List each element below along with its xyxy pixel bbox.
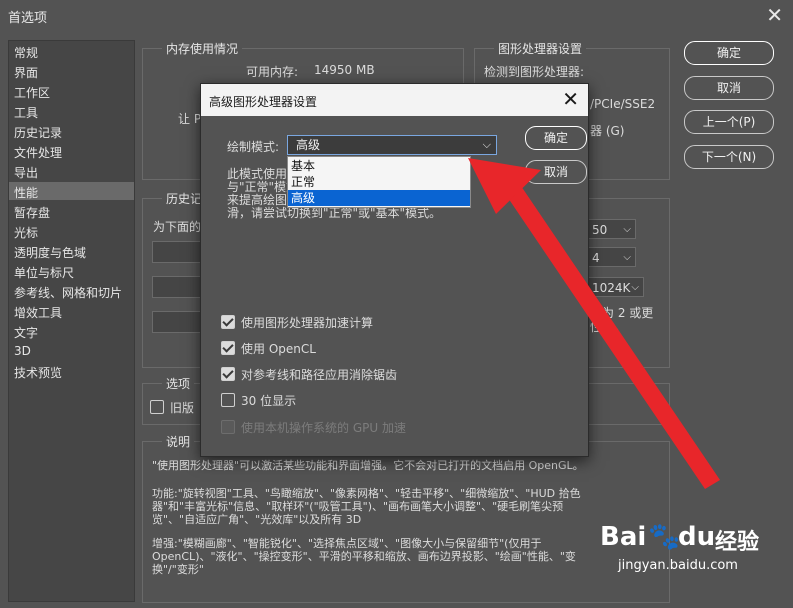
sidebar-item-file-handling[interactable]: 文件处理	[14, 144, 62, 161]
sidebar-item-history-log[interactable]: 历史记录	[14, 124, 62, 141]
gpu-compute-label: 使用图形处理器加速计算	[241, 316, 374, 330]
chevron-down-icon: ⌵	[623, 224, 631, 235]
sidebar: 常规 界面 工作区 工具 历史记录 文件处理 导出 性能 暂存盘 光标 透明度与…	[8, 40, 135, 602]
sidebar-item-units-rulers[interactable]: 单位与标尺	[14, 264, 74, 281]
ok-button[interactable]: 确定	[684, 41, 774, 65]
cache-levels-value: 4	[592, 251, 600, 265]
sidebar-item-interface[interactable]: 界面	[14, 64, 38, 81]
gpu-settings-label: 图形处理器设置	[494, 40, 587, 57]
chevron-down-icon: ⌵	[482, 138, 491, 151]
description-label: 说明	[162, 433, 195, 450]
history-note-line2: 性能。	[590, 320, 627, 334]
draw-mode-dropdown: 基本 正常 高级	[287, 156, 471, 208]
history-preset-button-3[interactable]	[152, 311, 202, 333]
sidebar-item-performance[interactable]: 性能	[14, 184, 38, 201]
cache-tile-size-select[interactable]: 1024K ⌵	[587, 277, 644, 297]
close-icon[interactable]: ✕	[766, 3, 783, 27]
draw-mode-select[interactable]: 高级 ⌵	[287, 135, 497, 155]
gpu-pcie-text: /PCIe/SSE2	[590, 97, 656, 111]
sidebar-item-cursors[interactable]: 光标	[14, 224, 38, 241]
chevron-down-icon: ⌵	[631, 282, 639, 293]
description-enhance-line3: 换"/"变形"	[152, 563, 204, 576]
history-desc-prefix: 为下面的	[153, 220, 202, 234]
prev-button[interactable]: 上一个(P)	[684, 110, 774, 134]
antialias-label: 对参考线和路径应用消除锯齿	[241, 368, 398, 382]
advanced-gpu-settings-dialog: 高级图形处理器设置 ✕ 绘制模式: 此模式使用图 与"正常"模式 来提高绘图性 …	[200, 83, 589, 457]
30bit-display-checkbox[interactable]	[221, 393, 235, 407]
legacy-checkbox[interactable]	[150, 400, 164, 414]
chevron-down-icon: ⌵	[623, 252, 631, 263]
dialog-cancel-button[interactable]: 取消	[525, 160, 587, 184]
description-features-line3: 览"、"自适应广角"、"光效库"以及所有 3D	[152, 513, 362, 526]
sidebar-item-3d[interactable]: 3D	[14, 344, 31, 358]
next-button[interactable]: 下一个(N)	[684, 145, 774, 169]
sidebar-item-general[interactable]: 常规	[14, 44, 38, 61]
description-enhance-line2: OpenCL)、"液化"、"操控变形"、平滑的平移和缩放、画布边界投影、"绘画"…	[152, 550, 576, 563]
dialog-ok-button[interactable]: 确定	[525, 126, 587, 150]
gpu-use-checkbox-label: 器 (G)	[590, 124, 625, 138]
cache-tile-size-value: 1024K	[592, 281, 631, 295]
memory-usage-label: 内存使用情况	[162, 40, 243, 57]
description-paragraph-1: "使用图形处理器"可以激活某些功能和界面增强。它不会对已打开的文档启用 Open…	[152, 459, 584, 472]
available-memory-label: 可用内存:	[246, 65, 299, 79]
draw-mode-option-advanced[interactable]: 高级	[288, 190, 470, 206]
sidebar-item-plugins[interactable]: 增效工具	[14, 304, 62, 321]
sidebar-item-transparency[interactable]: 透明度与色域	[14, 244, 86, 261]
history-states-value: 50	[592, 223, 608, 237]
history-preset-button-1[interactable]	[152, 241, 202, 263]
sidebar-item-export[interactable]: 导出	[14, 164, 38, 181]
window-title: 首选项	[8, 11, 48, 26]
draw-mode-option-basic[interactable]: 基本	[288, 158, 470, 174]
watermark-brand-prefix: Bai	[600, 522, 647, 552]
opencl-label: 使用 OpenCL	[241, 342, 316, 356]
native-gpu-checkbox	[221, 420, 235, 434]
dialog-title: 高级图形处理器设置	[209, 95, 318, 109]
sidebar-item-scratch-disks[interactable]: 暂存盘	[14, 204, 50, 221]
watermark-brand-suffix: du	[678, 522, 716, 552]
gpu-compute-checkbox[interactable]	[221, 315, 235, 329]
sidebar-item-workspace[interactable]: 工作区	[14, 84, 50, 101]
history-preset-button-2[interactable]	[152, 276, 202, 298]
history-states-select[interactable]: 50 ⌵	[587, 219, 636, 239]
native-gpu-label: 使用本机操作系统的 GPU 加速	[241, 421, 406, 435]
cancel-button[interactable]: 取消	[684, 76, 774, 100]
paw-icon: 🐾	[648, 522, 681, 552]
legacy-checkbox-label: 旧版	[170, 401, 195, 415]
sidebar-item-type[interactable]: 文字	[14, 324, 38, 341]
antialias-checkbox[interactable]	[221, 367, 235, 381]
watermark-brand-cn: 经验	[715, 530, 760, 555]
available-memory-value: 14950 MB	[314, 63, 375, 77]
options-label: 选项	[162, 375, 195, 392]
let-photoshop-prefix: 让 P	[178, 112, 202, 126]
30bit-display-label: 30 位显示	[241, 394, 297, 408]
watermark-url: jingyan.baidu.com	[618, 558, 738, 573]
draw-mode-value: 高级	[296, 138, 321, 152]
cache-levels-select[interactable]: 4 ⌵	[587, 247, 636, 267]
draw-mode-label: 绘制模式:	[227, 140, 280, 154]
opencl-checkbox[interactable]	[221, 341, 235, 355]
sidebar-item-guides-grid[interactable]: 参考线、网格和切片	[14, 284, 122, 301]
gpu-detected-label: 检测到图形处理器:	[484, 65, 585, 79]
draw-mode-option-normal[interactable]: 正常	[288, 174, 470, 190]
sidebar-item-tech-preview[interactable]: 技术预览	[14, 364, 62, 381]
dialog-title-bar: 高级图形处理器设置 ✕	[201, 84, 588, 116]
dialog-close-icon[interactable]: ✕	[562, 87, 579, 111]
title-bar: 首选项 ✕	[0, 0, 793, 32]
preferences-window: 首选项 ✕ 常规 界面 工作区 工具 历史记录 文件处理 导出 性能 暂存盘 光…	[0, 0, 793, 608]
sidebar-item-tools[interactable]: 工具	[14, 104, 38, 121]
